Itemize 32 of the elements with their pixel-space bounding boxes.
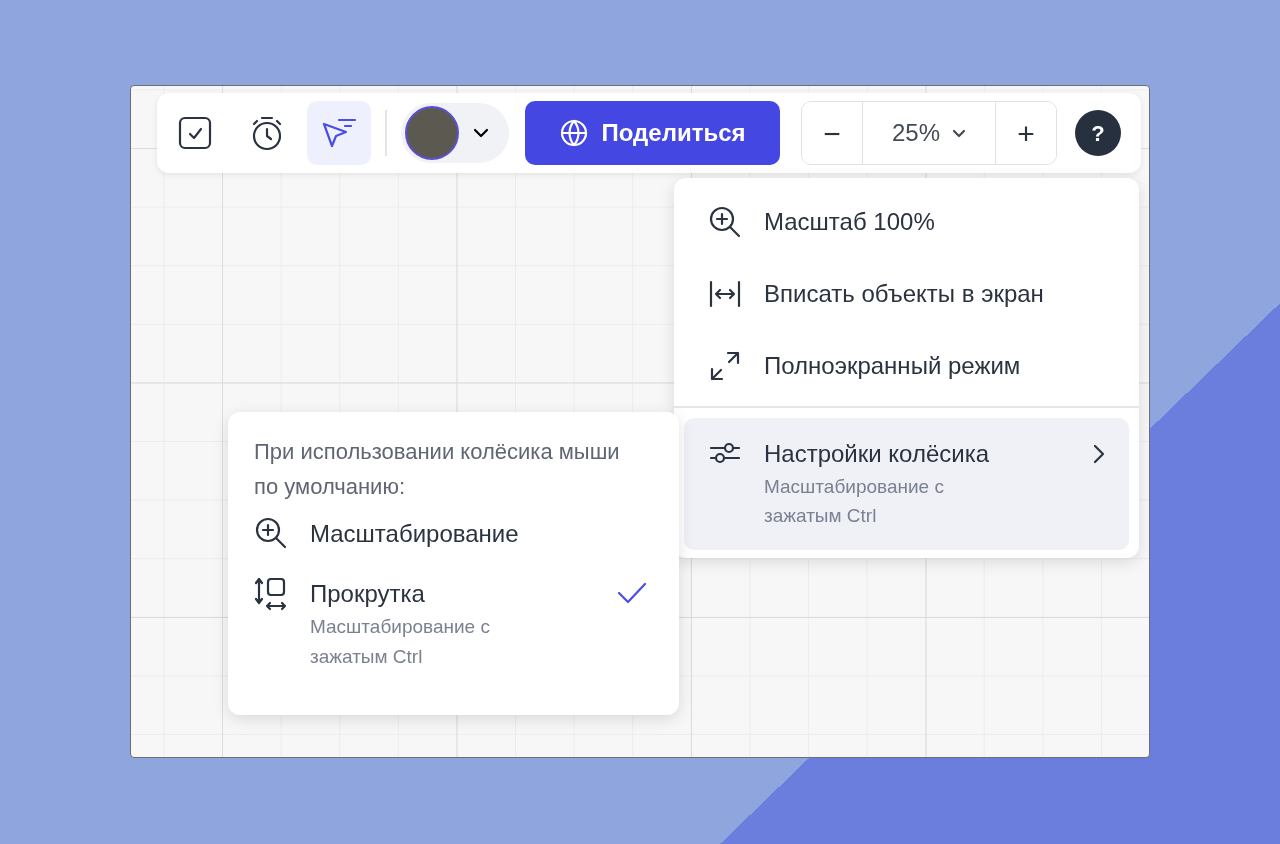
checkmark-icon xyxy=(617,582,647,605)
zoom-in-icon xyxy=(254,516,288,551)
menu-item-label: Полноэкранный режим xyxy=(764,351,1022,381)
wheel-settings-menu-item[interactable]: Настройки колёсика Масштабирование с зажатым Ctrl xyxy=(684,417,1129,551)
menu-item[interactable]: Вписать объекты в экран xyxy=(684,258,1129,330)
menu-item-label: Масштаб 100% xyxy=(764,207,936,237)
menu-item-subtitle: Масштабирование с зажатым Ctrl xyxy=(764,474,945,528)
help-button[interactable]: ? xyxy=(1075,110,1121,156)
scroll-icon xyxy=(254,576,288,613)
option-subtitle: Масштабирование с зажатым Ctrl xyxy=(310,615,491,669)
chevron-right-icon xyxy=(1093,443,1105,464)
menu-item-label: Вписать объекты в экран xyxy=(764,279,1045,309)
cursor-tool-button[interactable] xyxy=(307,101,371,165)
wheel-option[interactable]: Масштабирование xyxy=(254,516,653,553)
globe-icon xyxy=(559,118,590,148)
zoom-in-icon xyxy=(708,205,742,239)
chevron-down-icon xyxy=(473,128,489,138)
menu-heading: При использовании колёсика мыши по умолчанию: xyxy=(254,438,621,502)
menu-item[interactable]: Полноэкранный режим xyxy=(684,330,1129,402)
zoom-level-dropdown[interactable]: 25% xyxy=(862,102,996,164)
expand-icon xyxy=(708,349,742,383)
stopwatch-icon xyxy=(250,115,284,151)
chevron-down-icon xyxy=(952,128,966,138)
wheel-option[interactable]: Прокрутка Масштабирование с зажатым Ctrl xyxy=(254,576,653,672)
cursor-icon xyxy=(321,116,357,150)
checkbox-icon xyxy=(178,116,212,150)
menu-item[interactable]: Масштаб 100% xyxy=(684,186,1129,258)
share-button[interactable]: Поделиться xyxy=(525,101,780,165)
avatar-photo-placeholder xyxy=(405,106,459,160)
option-label: Масштабирование xyxy=(310,519,520,550)
option-label: Прокрутка xyxy=(310,579,426,610)
menu-item-label: Настройки колёсика xyxy=(764,438,991,469)
